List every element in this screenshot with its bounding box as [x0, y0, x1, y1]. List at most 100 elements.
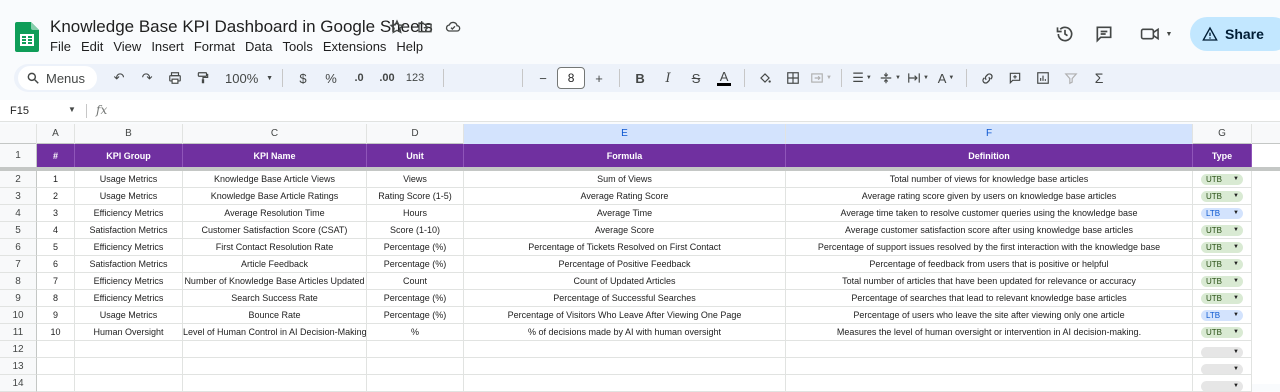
cell-unit[interactable]: % [367, 324, 464, 341]
row-header-2[interactable]: 2 [0, 171, 37, 188]
cell-formula[interactable]: Average Score [464, 222, 786, 239]
comments-icon[interactable] [1092, 22, 1116, 46]
text-wrapping-icon[interactable]: ▼ [907, 66, 929, 90]
column-header-f[interactable]: F [786, 124, 1193, 144]
cell-number[interactable]: 5 [37, 239, 75, 256]
filter-icon[interactable] [1060, 66, 1082, 90]
merge-cells-icon[interactable]: ▼ [810, 66, 832, 90]
meet-video-icon[interactable]: ▼ [1136, 22, 1176, 46]
cell-definition[interactable]: Percentage of users who leave the site a… [786, 307, 1193, 324]
print-icon[interactable] [164, 66, 186, 90]
cell-type-dropdown[interactable]: ▼ [1193, 358, 1252, 375]
horizontal-align-icon[interactable]: ☰▼ [851, 66, 873, 90]
column-header-e[interactable]: E [464, 124, 786, 144]
cell-number[interactable]: 8 [37, 290, 75, 307]
zoom-select[interactable]: 100% ▼ [225, 66, 273, 90]
strikethrough-icon[interactable]: S [685, 66, 707, 90]
cell-definition[interactable]: Measures the level of human oversight or… [786, 324, 1193, 341]
insert-comment-icon[interactable] [1004, 66, 1026, 90]
type-chip[interactable]: UTB▼ [1201, 174, 1243, 185]
cell-number[interactable]: 10 [37, 324, 75, 341]
chevron-down-icon[interactable]: ▼ [68, 105, 76, 114]
cell-kpi-name[interactable]: Knowledge Base Article Ratings [183, 188, 367, 205]
bold-icon[interactable]: B [629, 66, 651, 90]
type-chip[interactable]: UTB▼ [1201, 293, 1243, 304]
empty-cell[interactable] [37, 341, 75, 358]
cell-definition[interactable]: Average time taken to resolve customer q… [786, 205, 1193, 222]
cell-formula[interactable]: Percentage of Successful Searches [464, 290, 786, 307]
cell-type-dropdown[interactable]: UTB▼ [1193, 222, 1252, 239]
menu-view[interactable]: View [108, 38, 146, 56]
cell-kpi-name[interactable]: Search Success Rate [183, 290, 367, 307]
currency-format-button[interactable]: $ [292, 66, 314, 90]
fill-color-icon[interactable] [754, 66, 776, 90]
row-header-10[interactable]: 10 [0, 307, 37, 324]
cell-kpi-name[interactable]: Level of Human Control in AI Decision-Ma… [183, 324, 367, 341]
column-header-c[interactable]: C [183, 124, 367, 144]
cell-definition[interactable]: Total number of articles that have been … [786, 273, 1193, 290]
type-chip-empty[interactable]: ▼ [1201, 347, 1243, 358]
column-header-b[interactable]: B [75, 124, 183, 144]
type-chip[interactable]: UTB▼ [1201, 259, 1243, 270]
empty-cell[interactable] [367, 341, 464, 358]
cell-kpi-name[interactable]: Article Feedback [183, 256, 367, 273]
empty-cell[interactable] [464, 341, 786, 358]
undo-icon[interactable]: ↶ [108, 66, 130, 90]
move-folder-icon[interactable] [416, 18, 434, 36]
cell-kpi-group[interactable]: Efficiency Metrics [75, 205, 183, 222]
cell-unit[interactable]: Hours [367, 205, 464, 222]
row-header-6[interactable]: 6 [0, 239, 37, 256]
cell-unit[interactable]: Percentage (%) [367, 307, 464, 324]
header-cell-type[interactable]: Type [1193, 144, 1252, 168]
menu-data[interactable]: Data [240, 38, 277, 56]
text-rotation-icon[interactable]: A▼ [935, 66, 957, 90]
increase-decimal-button[interactable]: .00 [376, 66, 398, 90]
type-chip[interactable]: UTB▼ [1201, 191, 1243, 202]
cell-type-dropdown[interactable]: UTB▼ [1193, 290, 1252, 307]
row-header-1[interactable]: 1 [0, 144, 37, 168]
row-header-8[interactable]: 8 [0, 273, 37, 290]
cell-type-dropdown[interactable]: ▼ [1193, 341, 1252, 358]
cell-type-dropdown[interactable]: UTB▼ [1193, 324, 1252, 341]
cell-kpi-group[interactable]: Satisfaction Metrics [75, 222, 183, 239]
cell-type-dropdown[interactable]: LTB▼ [1193, 307, 1252, 324]
cell-formula[interactable]: % of decisions made by AI with human ove… [464, 324, 786, 341]
header-cell-kpi-group[interactable]: KPI Group [75, 144, 183, 168]
row-header-9[interactable]: 9 [0, 290, 37, 307]
cell-kpi-group[interactable]: Efficiency Metrics [75, 239, 183, 256]
type-chip[interactable]: UTB▼ [1201, 327, 1243, 338]
font-size-input[interactable]: 8 [557, 67, 585, 89]
cell-type-dropdown[interactable]: UTB▼ [1193, 273, 1252, 290]
menus-search[interactable]: Menus [18, 66, 97, 90]
cell-unit[interactable]: Count [367, 273, 464, 290]
menu-insert[interactable]: Insert [146, 38, 189, 56]
menu-help[interactable]: Help [391, 38, 428, 56]
type-chip[interactable]: UTB▼ [1201, 242, 1243, 253]
menu-edit[interactable]: Edit [76, 38, 108, 56]
cell-formula[interactable]: Percentage of Positive Feedback [464, 256, 786, 273]
insert-link-icon[interactable] [976, 66, 998, 90]
font-family-select[interactable] [453, 66, 513, 90]
cell-kpi-group[interactable]: Usage Metrics [75, 307, 183, 324]
cell-kpi-name[interactable]: Knowledge Base Article Views [183, 171, 367, 188]
cell-formula[interactable]: Percentage of Tickets Resolved on First … [464, 239, 786, 256]
cloud-saved-icon[interactable] [444, 18, 462, 36]
cell-kpi-group[interactable]: Usage Metrics [75, 171, 183, 188]
cell-definition[interactable]: Average customer satisfaction score afte… [786, 222, 1193, 239]
menu-tools[interactable]: Tools [277, 38, 317, 56]
empty-cell[interactable] [464, 358, 786, 375]
type-chip[interactable]: UTB▼ [1201, 225, 1243, 236]
cell-number[interactable]: 9 [37, 307, 75, 324]
cell-kpi-group[interactable]: Satisfaction Metrics [75, 256, 183, 273]
percent-format-button[interactable]: % [320, 66, 342, 90]
sheets-logo-icon[interactable] [15, 22, 39, 52]
text-color-icon[interactable]: A [713, 66, 735, 90]
star-icon[interactable] [388, 18, 406, 36]
cell-kpi-name[interactable]: Bounce Rate [183, 307, 367, 324]
cell-number[interactable]: 4 [37, 222, 75, 239]
cell-definition[interactable]: Total number of views for knowledge base… [786, 171, 1193, 188]
cell-number[interactable]: 7 [37, 273, 75, 290]
cell-type-dropdown[interactable]: UTB▼ [1193, 256, 1252, 273]
cell-number[interactable]: 3 [37, 205, 75, 222]
type-chip[interactable]: UTB▼ [1201, 276, 1243, 287]
